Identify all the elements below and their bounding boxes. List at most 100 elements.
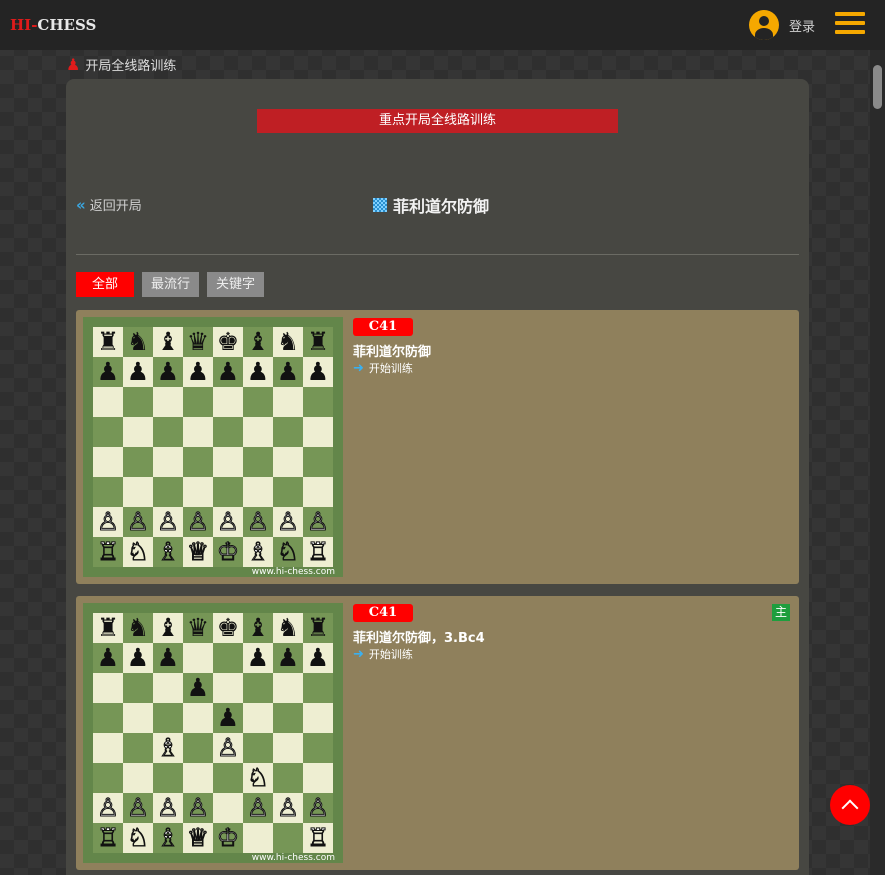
board-square[interactable]: ♙	[93, 793, 123, 823]
board-square[interactable]	[243, 703, 273, 733]
board-square[interactable]: ♙	[183, 507, 213, 537]
board-square[interactable]	[123, 673, 153, 703]
board-square[interactable]	[183, 417, 213, 447]
opening-name[interactable]: 菲利道尔防御	[353, 341, 431, 360]
board-square[interactable]: ♞	[123, 613, 153, 643]
board-square[interactable]: ♚	[213, 327, 243, 357]
board-square[interactable]	[183, 733, 213, 763]
board-square[interactable]: ♙	[243, 793, 273, 823]
board-square[interactable]: ♙	[123, 507, 153, 537]
board-square[interactable]: ♟	[303, 643, 333, 673]
board-square[interactable]	[123, 733, 153, 763]
board-square[interactable]: ♟	[93, 357, 123, 387]
board-square[interactable]	[123, 447, 153, 477]
board-square[interactable]: ♟	[153, 357, 183, 387]
board-square[interactable]	[93, 417, 123, 447]
board-square[interactable]	[243, 417, 273, 447]
board-square[interactable]	[93, 477, 123, 507]
board-square[interactable]	[243, 447, 273, 477]
board-square[interactable]	[243, 387, 273, 417]
board-square[interactable]: ♝	[153, 613, 183, 643]
board-square[interactable]: ♔	[213, 823, 243, 853]
board-square[interactable]	[183, 387, 213, 417]
board-square[interactable]: ♟	[183, 673, 213, 703]
start-training-link[interactable]: ➜ 开始训练	[353, 360, 413, 376]
board-square[interactable]: ♜	[303, 327, 333, 357]
training-banner-button[interactable]: 重点开局全线路训练	[257, 109, 618, 133]
board-square[interactable]: ♞	[273, 613, 303, 643]
opening-name[interactable]: 菲利道尔防御，3.Bc4	[353, 627, 485, 646]
board-square[interactable]: ♜	[93, 613, 123, 643]
board-square[interactable]: ♞	[273, 327, 303, 357]
board-square[interactable]	[243, 733, 273, 763]
board-square[interactable]	[93, 447, 123, 477]
board-square[interactable]	[303, 447, 333, 477]
board-square[interactable]	[213, 673, 243, 703]
chess-board-diagram[interactable]: ♜ ♞ ♝ ♛ ♚ ♝ ♞ ♜ ♟ ♟ ♟ ♟ ♟ ♟ ♟ ♟ ♙ ♙ ♙ ♙ ♙ ♙ ♙ ♙ ♖ ♘ ♗ ♕ ♔ ♗ ♘ ♖ www.hi-…	[83, 317, 343, 577]
board-square[interactable]: ♟	[303, 357, 333, 387]
board-square[interactable]	[303, 673, 333, 703]
board-square[interactable]	[183, 477, 213, 507]
board-square[interactable]	[183, 703, 213, 733]
board-square[interactable]	[303, 477, 333, 507]
board-square[interactable]: ♙	[153, 793, 183, 823]
board-square[interactable]: ♘	[273, 537, 303, 567]
board-square[interactable]: ♙	[213, 733, 243, 763]
board-square[interactable]: ♟	[93, 643, 123, 673]
board-square[interactable]	[93, 733, 123, 763]
board-square[interactable]: ♕	[183, 823, 213, 853]
board-square[interactable]: ♛	[183, 613, 213, 643]
board-square[interactable]	[273, 447, 303, 477]
board-square[interactable]	[303, 387, 333, 417]
filter-keyword-button[interactable]: 关键字	[207, 272, 265, 297]
board-square[interactable]	[273, 417, 303, 447]
board-square[interactable]	[123, 417, 153, 447]
board-square[interactable]	[213, 447, 243, 477]
board-square[interactable]: ♝	[243, 613, 273, 643]
board-square[interactable]	[123, 763, 153, 793]
board-square[interactable]: ♟	[123, 357, 153, 387]
opening-card[interactable]: ♜ ♞ ♝ ♛ ♚ ♝ ♞ ♜ ♟ ♟ ♟ ♟ ♟ ♟ ♟ ♟ ♗ ♙ ♘ ♙ ♙ ♙ ♙ ♙ ♙ ♙ ♖ ♘ ♗ ♕ ♔ ♖ www.hi-…	[76, 596, 799, 870]
hi-chess-logo[interactable]: HI-CHESS	[10, 16, 96, 34]
chess-board-diagram[interactable]: ♜ ♞ ♝ ♛ ♚ ♝ ♞ ♜ ♟ ♟ ♟ ♟ ♟ ♟ ♟ ♟ ♗ ♙ ♘ ♙ ♙ ♙ ♙ ♙ ♙ ♙ ♖ ♘ ♗ ♕ ♔ ♖ www.hi-…	[83, 603, 343, 863]
board-square[interactable]: ♙	[213, 507, 243, 537]
board-square[interactable]	[273, 477, 303, 507]
board-square[interactable]: ♝	[243, 327, 273, 357]
board-square[interactable]	[153, 417, 183, 447]
board-square[interactable]	[93, 703, 123, 733]
board-square[interactable]: ♟	[243, 357, 273, 387]
board-square[interactable]: ♔	[213, 537, 243, 567]
board-square[interactable]	[153, 763, 183, 793]
filter-all-button[interactable]: 全部	[76, 272, 135, 297]
board-square[interactable]	[123, 703, 153, 733]
board-square[interactable]: ♘	[243, 763, 273, 793]
board-square[interactable]	[303, 733, 333, 763]
board-square[interactable]: ♗	[153, 823, 183, 853]
board-square[interactable]: ♟	[273, 357, 303, 387]
filter-popular-button[interactable]: 最流行	[142, 272, 200, 297]
board-square[interactable]: ♙	[303, 507, 333, 537]
board-square[interactable]: ♖	[93, 537, 123, 567]
board-square[interactable]	[153, 673, 183, 703]
board-square[interactable]	[93, 763, 123, 793]
board-square[interactable]	[273, 387, 303, 417]
board-square[interactable]	[153, 447, 183, 477]
board-square[interactable]	[183, 447, 213, 477]
board-square[interactable]: ♟	[213, 703, 243, 733]
board-square[interactable]	[213, 763, 243, 793]
board-square[interactable]	[273, 733, 303, 763]
board-square[interactable]	[213, 387, 243, 417]
login-button[interactable]: 登录	[748, 10, 815, 40]
board-square[interactable]	[243, 823, 273, 853]
board-square[interactable]: ♙	[183, 793, 213, 823]
opening-card[interactable]: ♜ ♞ ♝ ♛ ♚ ♝ ♞ ♜ ♟ ♟ ♟ ♟ ♟ ♟ ♟ ♟ ♙ ♙ ♙ ♙ ♙ ♙ ♙ ♙ ♖ ♘ ♗ ♕ ♔ ♗ ♘ ♖ www.hi-…	[76, 310, 799, 584]
board-square[interactable]: ♗	[243, 537, 273, 567]
board-square[interactable]	[303, 703, 333, 733]
scroll-to-top-button[interactable]	[830, 785, 870, 825]
board-square[interactable]: ♝	[153, 327, 183, 357]
board-square[interactable]: ♞	[123, 327, 153, 357]
board-square[interactable]	[213, 793, 243, 823]
board-square[interactable]	[123, 387, 153, 417]
board-square[interactable]: ♙	[273, 793, 303, 823]
board-square[interactable]	[303, 763, 333, 793]
